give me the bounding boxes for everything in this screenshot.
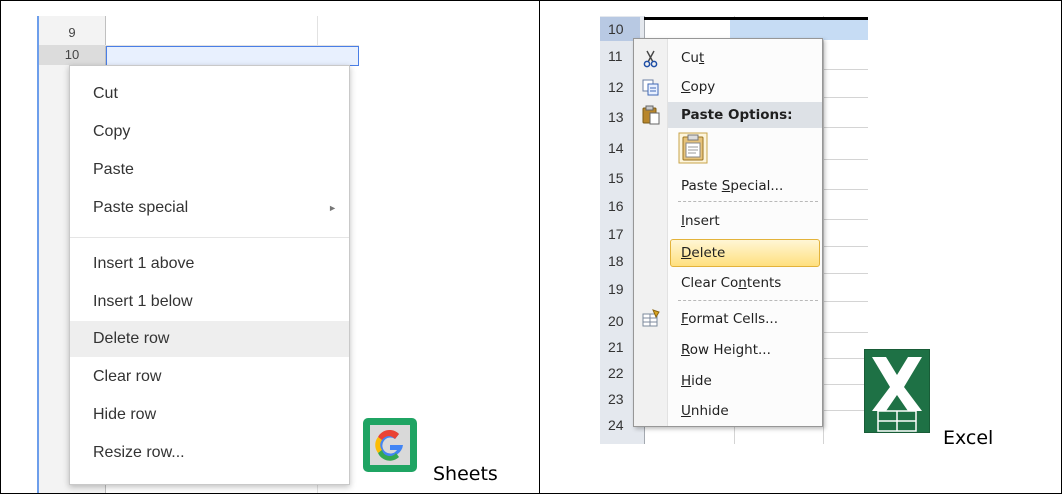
menu-item-delete-row[interactable]: Delete row: [70, 321, 349, 357]
menu-item-label: ide: [691, 373, 712, 389]
menu-item-label: Clear row: [93, 368, 162, 385]
menu-item-label: Insert 1 below: [93, 293, 193, 310]
menu-item-label: Hide row: [93, 406, 157, 423]
menu-item-unhide[interactable]: Unhide: [681, 397, 729, 425]
menu-item-clear-contents[interactable]: Clear Contents: [681, 269, 781, 297]
paste-clipboard-icon[interactable]: [678, 132, 708, 164]
menu-item-label: Paste: [681, 178, 722, 194]
menu-item-label: Insert 1 above: [93, 255, 195, 272]
menu-separator: [678, 300, 818, 301]
copy-icon: [642, 79, 659, 96]
menu-item-label: nsert: [684, 213, 720, 229]
menu-item-label: elete: [691, 245, 726, 261]
row-number-9[interactable]: 9: [39, 21, 105, 45]
accelerator-key: D: [681, 245, 692, 261]
menu-item-label: nhide: [690, 403, 729, 419]
menu-item-label: Copy: [93, 123, 131, 140]
menu-icon-gutter: [634, 39, 668, 426]
menu-item-insert-above[interactable]: Insert 1 above: [70, 246, 349, 282]
excel-logo-icon: [864, 349, 930, 433]
menu-item-resize-row[interactable]: Resize row...: [70, 435, 349, 471]
paste-options-label: Paste Options:: [681, 107, 793, 123]
menu-item-label: tents: [746, 275, 782, 291]
selected-row-highlight[interactable]: [106, 46, 359, 66]
menu-item-label: pecial...: [730, 178, 784, 194]
row-number-10[interactable]: 10: [39, 45, 105, 65]
sheets-caption: Sheets: [433, 463, 498, 485]
submenu-arrow-icon: ►: [328, 203, 337, 213]
clipboard-icon: [642, 105, 660, 125]
menu-item-format-cells[interactable]: Format Cells...: [681, 305, 778, 333]
menu-item-label: Clear Co: [681, 275, 739, 291]
menu-item-cut[interactable]: Cut: [681, 44, 704, 72]
menu-separator: [70, 237, 349, 238]
menu-item-label: Paste: [93, 161, 134, 178]
menu-item-label: Delete row: [93, 330, 170, 347]
excel-panel: 10 11 12 13 14 15 16 17 18 19 20 21 22 2…: [539, 0, 1062, 494]
accelerator-key: n: [738, 275, 747, 291]
menu-item-cut[interactable]: Cut: [70, 76, 349, 112]
menu-item-insert[interactable]: Insert: [681, 207, 720, 235]
menu-item-hide-row[interactable]: Hide row: [70, 397, 349, 433]
google-sheets-panel: 9 10 Cut Copy Paste Paste special ► Inse…: [0, 0, 540, 494]
excel-caption: Excel: [943, 427, 994, 449]
menu-item-row-height[interactable]: Row Height...: [681, 336, 771, 364]
menu-item-label: Cu: [681, 50, 699, 66]
menu-item-insert-below[interactable]: Insert 1 below: [70, 284, 349, 320]
menu-item-label: Cut: [93, 85, 118, 102]
scissors-icon: [643, 50, 658, 68]
menu-item-clear-row[interactable]: Clear row: [70, 359, 349, 395]
menu-item-paste-special[interactable]: Paste special ►: [70, 190, 349, 226]
google-sheets-logo-icon: [363, 418, 417, 472]
accelerator-key: U: [681, 403, 691, 419]
menu-item-label: Paste special: [93, 199, 189, 216]
menu-item-copy[interactable]: Copy: [70, 114, 349, 150]
active-cell-border: [644, 17, 868, 39]
format-cells-icon: [642, 309, 660, 327]
excel-context-menu: Cut Copy Paste Options: Paste Special...: [633, 38, 823, 427]
accelerator-key: t: [698, 50, 705, 66]
accelerator-key: R: [681, 342, 690, 358]
menu-item-label: opy: [690, 79, 716, 95]
menu-item-paste-special[interactable]: Paste Special...: [681, 172, 783, 200]
menu-item-copy[interactable]: Copy: [681, 73, 715, 101]
menu-item-label: ow Height...: [689, 342, 771, 358]
menu-item-delete[interactable]: Delete: [681, 239, 725, 267]
accelerator-key: H: [681, 373, 692, 389]
menu-item-hide[interactable]: Hide: [681, 367, 712, 395]
menu-separator: [678, 201, 818, 202]
menu-item-label: Resize row...: [93, 444, 185, 461]
grid-line: [823, 16, 824, 444]
sheets-context-menu: Cut Copy Paste Paste special ► Insert 1 …: [69, 65, 350, 485]
menu-item-paste[interactable]: Paste: [70, 152, 349, 188]
menu-item-label: ormat Cells...: [688, 311, 779, 327]
